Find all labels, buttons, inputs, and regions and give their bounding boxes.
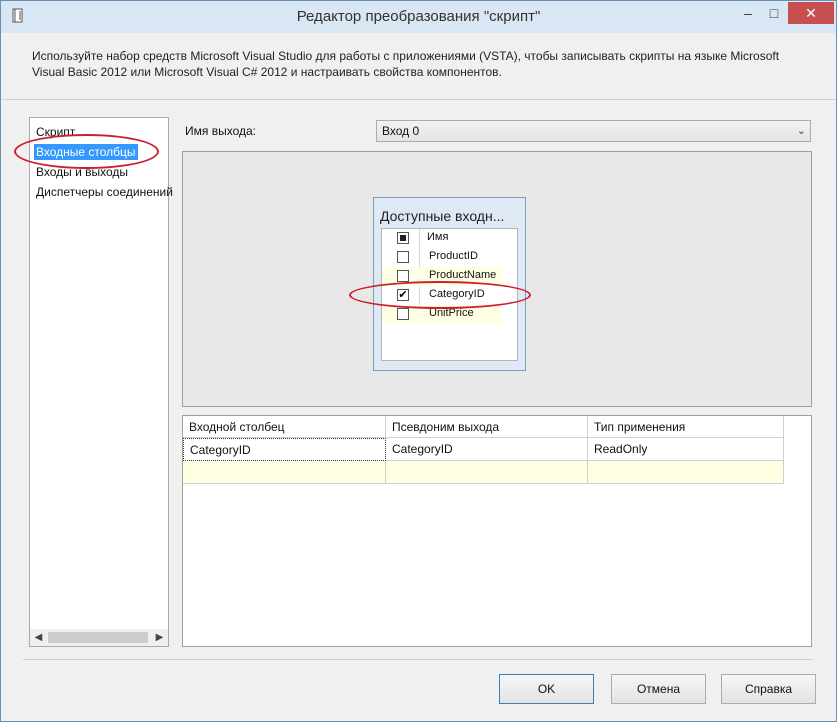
header-divider	[1, 99, 836, 100]
column-checkbox[interactable]	[397, 251, 409, 263]
background-strip	[0, 722, 837, 726]
grid-cell-empty[interactable]	[386, 461, 588, 484]
grid-header-output-alias[interactable]: Псевдоним выхода	[386, 416, 588, 438]
column-name: ProductName	[429, 269, 497, 281]
column-checkbox[interactable]	[397, 308, 409, 320]
scroll-right-icon[interactable]: ▶	[151, 629, 168, 646]
scroll-left-icon[interactable]: ◀	[30, 629, 47, 646]
annotation-ellipse-category	[349, 281, 531, 309]
grid-cell-usage-type[interactable]: ReadOnly	[588, 438, 784, 461]
nav-item-connection-managers[interactable]: Диспетчеры соединений	[36, 184, 173, 200]
description-text: Используйте набор средств Microsoft Visu…	[32, 49, 780, 79]
grid-cell-input-column[interactable]: CategoryID	[183, 438, 386, 461]
table-row[interactable]: CategoryID CategoryID ReadOnly	[183, 438, 784, 461]
footer-divider	[23, 659, 813, 660]
grid-header-input-column[interactable]: Входной столбец	[183, 416, 386, 438]
column-name: ProductID	[429, 250, 478, 262]
grid-cell-empty[interactable]	[183, 461, 386, 484]
output-name-select[interactable]: Вход 0 ⌄	[376, 120, 811, 142]
title-bar[interactable]: Редактор преобразования "скрипт" – □ ✕	[1, 1, 836, 33]
output-name-label: Имя выхода:	[185, 124, 256, 138]
scroll-thumb[interactable]	[48, 632, 148, 643]
list-item[interactable]: ProductID	[382, 248, 502, 267]
new-row[interactable]	[183, 461, 784, 484]
grid-cell-output-alias[interactable]: CategoryID	[386, 438, 588, 461]
cancel-button[interactable]: Отмена	[611, 674, 706, 704]
help-button[interactable]: Справка	[721, 674, 816, 704]
selected-columns-grid[interactable]: Входной столбец Псевдоним выхода Тип при…	[182, 415, 812, 647]
nav-horizontal-scrollbar[interactable]: ◀ ▶	[30, 629, 168, 646]
window-title: Редактор преобразования "скрипт"	[296, 8, 541, 25]
header-row: Имя	[382, 229, 502, 248]
dialog-window: Редактор преобразования "скрипт" – □ ✕ И…	[0, 0, 837, 722]
maximize-button[interactable]: □	[761, 2, 787, 24]
output-name-value: Вход 0	[382, 124, 420, 138]
page-nav-list[interactable]: Скрипт Входные столбцы Входы и выходы Ди…	[29, 117, 173, 647]
minimize-button[interactable]: –	[735, 2, 761, 24]
grid-header-usage-type[interactable]: Тип применения	[588, 416, 784, 438]
annotation-ellipse-nav	[14, 134, 159, 169]
grid-cell-empty[interactable]	[588, 461, 784, 484]
close-button[interactable]: ✕	[788, 2, 834, 24]
chevron-down-icon: ⌄	[796, 125, 806, 137]
column-checkbox[interactable]	[397, 270, 409, 282]
available-columns-title: Доступные входн...	[380, 208, 505, 224]
ok-button[interactable]: OK	[499, 674, 594, 704]
name-column-header: Имя	[427, 231, 449, 243]
select-all-checkbox[interactable]	[397, 232, 409, 244]
